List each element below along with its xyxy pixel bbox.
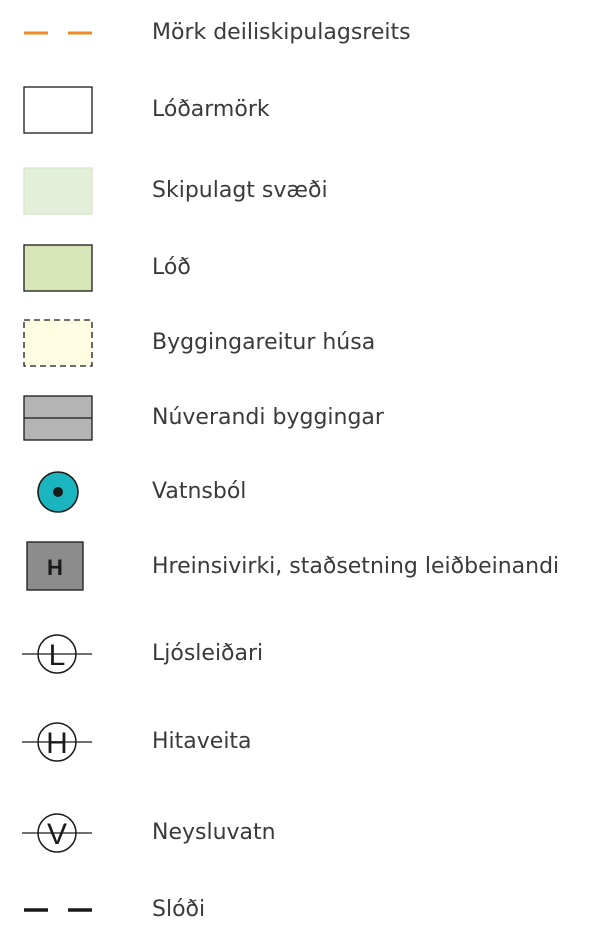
cyan-well-circle-icon (20, 467, 100, 517)
dashed-yellow-rectangle-icon (20, 318, 100, 368)
legend-item-existing-buildings: Núverandi byggingar (0, 393, 601, 443)
orange-dashed-line-icon (20, 8, 100, 58)
legend-item-lot: Lóð (0, 243, 601, 293)
legend-label: Hreinsivirki, staðsetning leiðbeinandi (152, 554, 560, 579)
gray-building-icon (20, 393, 100, 443)
legend-item-treatment-plant: H Hreinsivirki, staðsetning leiðbeinandi (0, 541, 601, 592)
legend-label: Slóði (152, 897, 206, 922)
legend-item-track: Slóði (0, 885, 601, 935)
symbol-glyph: L (49, 639, 66, 672)
symbol-glyph: V (47, 818, 67, 851)
gray-h-square-icon: H (20, 541, 100, 592)
legend-label: Neysluvatn (152, 820, 276, 845)
legend-item-drinking-water: V Neysluvatn (0, 808, 601, 858)
legend-item-building-plot: Byggingareitur húsa (0, 318, 601, 368)
legend-item-planned-area: Skipulagt svæði (0, 166, 601, 216)
light-green-rectangle-icon (20, 166, 100, 216)
legend-label: Vatnsból (152, 479, 247, 504)
symbol-glyph: H (46, 727, 68, 760)
legend-label: Lóðarmörk (152, 97, 270, 122)
legend-label: Byggingareitur húsa (152, 330, 376, 355)
black-dashed-line-icon (20, 885, 100, 935)
legend-item-district-heating: H Hitaveita (0, 717, 601, 767)
legend-item-water-source: Vatnsból (0, 467, 601, 517)
map-legend: Mörk deiliskipulagsreits Lóðarmörk Skipu… (0, 0, 601, 927)
green-rectangle-icon (20, 243, 100, 293)
legend-label: Lóð (152, 255, 191, 280)
legend-label: Skipulagt svæði (152, 178, 328, 203)
legend-label: Hitaveita (152, 729, 252, 754)
legend-label: Núverandi byggingar (152, 405, 384, 430)
symbol-glyph: H (47, 555, 63, 580)
line-crossing-circle-v-icon: V (20, 808, 100, 858)
legend-label: Mörk deiliskipulagsreits (152, 20, 411, 45)
line-crossing-circle-l-icon: L (20, 629, 100, 679)
legend-item-lot-boundary: Lóðarmörk (0, 85, 601, 135)
legend-item-fiber-optic: L Ljósleiðari (0, 629, 601, 679)
line-crossing-circle-h-icon: H (20, 717, 100, 767)
legend-item-plan-boundary: Mörk deiliskipulagsreits (0, 8, 601, 58)
legend-label: Ljósleiðari (152, 641, 264, 666)
outlined-rectangle-icon (20, 85, 100, 135)
